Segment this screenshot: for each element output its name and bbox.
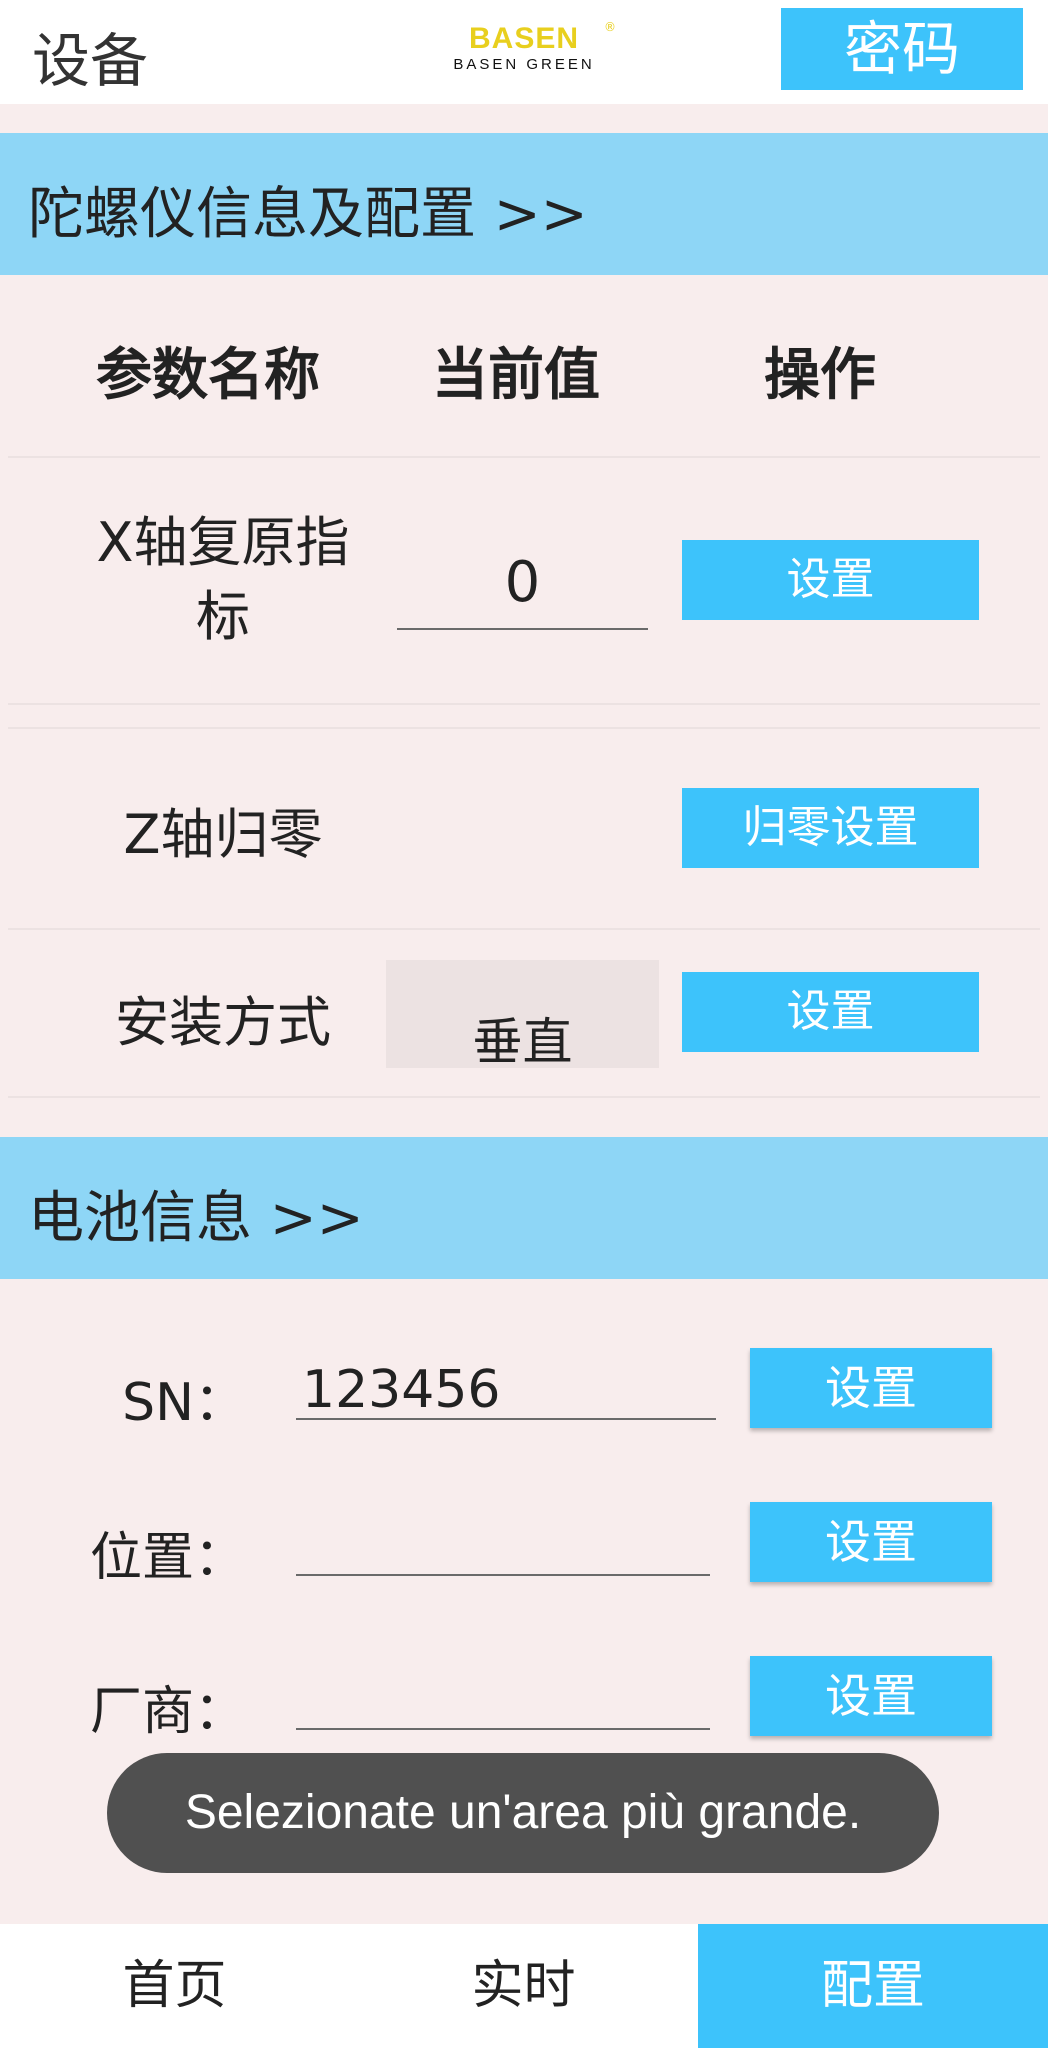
top-app-bar: 设备 BASEN ® BASEN GREEN 密码 bbox=[0, 0, 1048, 104]
manufacturer-input[interactable] bbox=[296, 1662, 710, 1730]
logo-main-text: BASEN bbox=[468, 22, 579, 55]
install-mode-value: 垂直 bbox=[472, 1013, 573, 1068]
column-header-action: 操作 bbox=[764, 343, 876, 408]
sn-label: SN： bbox=[122, 1373, 246, 1433]
divider bbox=[8, 456, 1040, 458]
manufacturer-label: 厂商： bbox=[89, 1682, 246, 1742]
column-header-name: 参数名称 bbox=[96, 343, 320, 408]
z-axis-zero-label: Z轴归零 bbox=[123, 803, 323, 866]
password-button[interactable]: 密码 bbox=[781, 8, 1023, 90]
battery-section-title: 电池信息 >> bbox=[28, 1186, 364, 1251]
nav-tab-config[interactable]: 配置 bbox=[698, 1924, 1048, 2048]
battery-section-header[interactable]: 电池信息 >> bbox=[0, 1137, 1048, 1279]
install-mode-set-button[interactable]: 设置 bbox=[682, 972, 979, 1052]
sn-set-button[interactable]: 设置 bbox=[750, 1348, 992, 1428]
sn-input[interactable]: 123456 bbox=[296, 1352, 716, 1420]
divider bbox=[8, 928, 1040, 930]
divider bbox=[8, 727, 1040, 729]
install-mode-spinner[interactable]: 垂直 bbox=[386, 960, 659, 1068]
location-input[interactable] bbox=[296, 1508, 710, 1576]
gyro-section-header[interactable]: 陀螺仪信息及配置 >> bbox=[0, 133, 1048, 275]
x-axis-reset-label: X轴复原指 标 bbox=[58, 506, 388, 654]
x-axis-reset-label-line2: 标 bbox=[196, 585, 250, 648]
x-axis-reset-set-button[interactable]: 设置 bbox=[682, 540, 979, 620]
brand-logo: BASEN ® BASEN GREEN bbox=[440, 20, 616, 76]
bottom-navigation: 首页 实时 配置 bbox=[0, 1924, 1048, 2048]
install-mode-label: 安装方式 bbox=[115, 991, 331, 1054]
logo-sub-text: BASEN GREEN bbox=[453, 56, 595, 73]
divider bbox=[8, 703, 1040, 705]
z-axis-zero-set-button[interactable]: 归零设置 bbox=[682, 788, 979, 868]
toast-message: Selezionate un'area più grande. bbox=[107, 1753, 939, 1873]
x-axis-reset-label-line1: X轴复原指 bbox=[96, 511, 350, 574]
column-header-value: 当前值 bbox=[432, 343, 600, 408]
logo-registered-mark: ® bbox=[604, 20, 616, 34]
x-axis-reset-input[interactable]: 0 bbox=[397, 548, 648, 630]
page-title: 设备 bbox=[32, 27, 149, 95]
location-label: 位置： bbox=[89, 1528, 246, 1588]
manufacturer-set-button[interactable]: 设置 bbox=[750, 1656, 992, 1736]
gyro-section-title: 陀螺仪信息及配置 >> bbox=[28, 182, 588, 247]
divider bbox=[8, 1096, 1040, 1098]
location-set-button[interactable]: 设置 bbox=[750, 1502, 992, 1582]
nav-tab-realtime[interactable]: 实时 bbox=[349, 1924, 698, 2048]
nav-tab-home[interactable]: 首页 bbox=[0, 1924, 349, 2048]
